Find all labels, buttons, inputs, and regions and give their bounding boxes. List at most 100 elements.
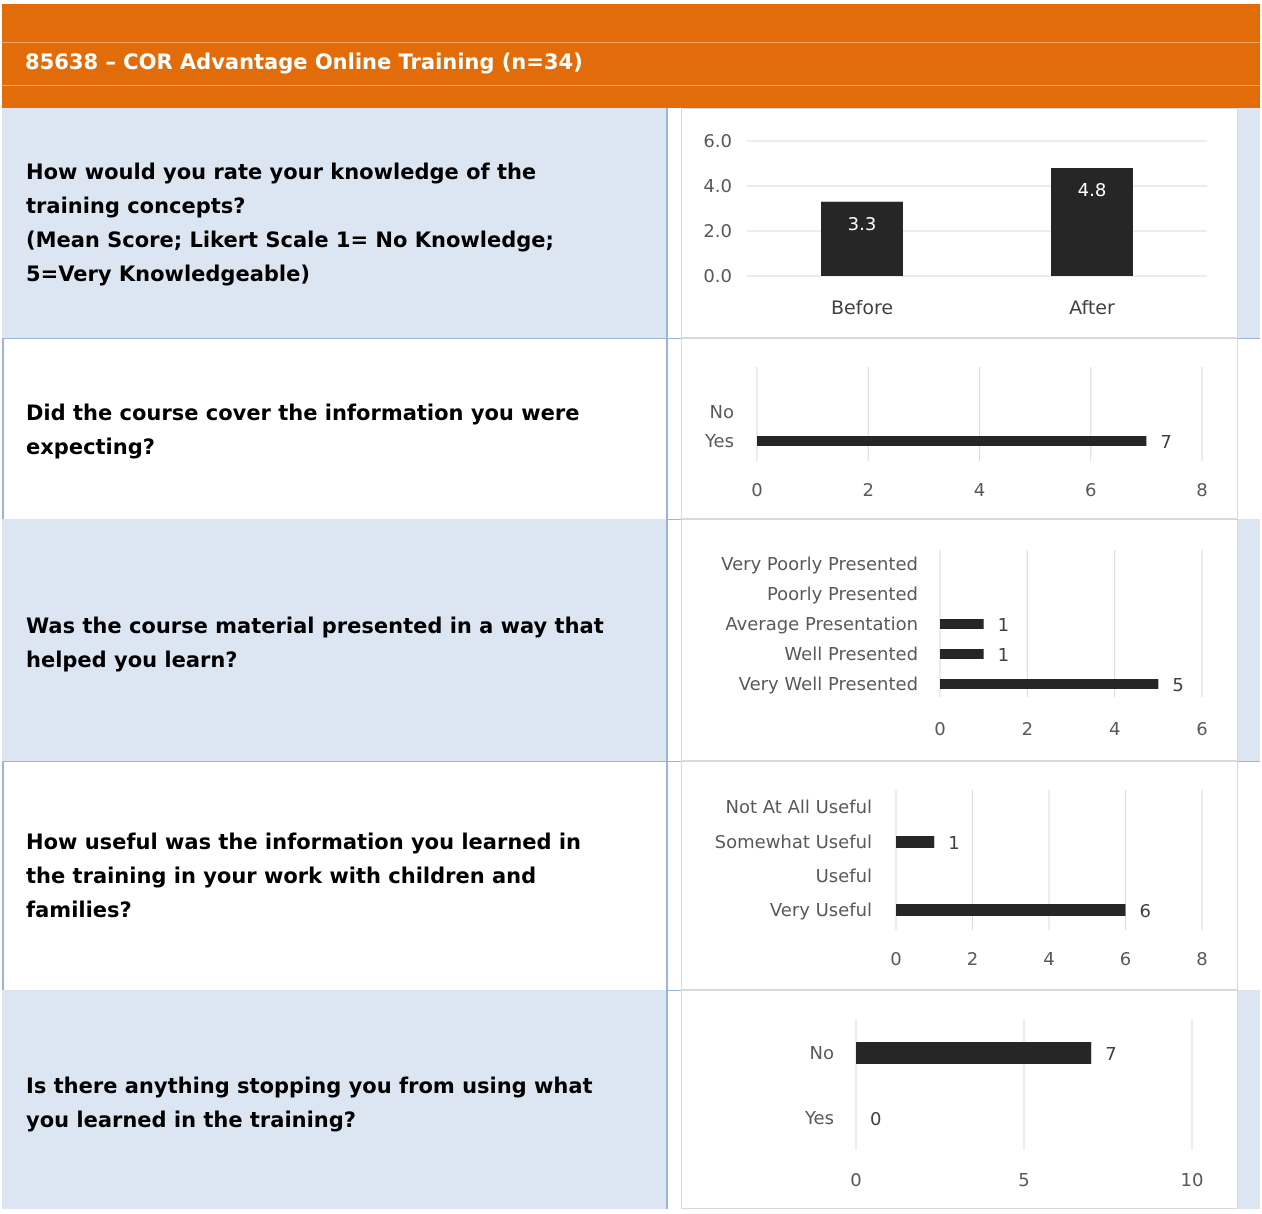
x-tick-label: 4 [974,480,985,501]
data-label: 7 [1160,432,1171,453]
data-label: 0 [870,1109,881,1130]
x-tick-label: 4 [1109,719,1120,740]
question-line: expecting? [26,435,155,459]
x-tick-label: 8 [1196,949,1207,970]
bar [940,649,984,659]
x-tick-label: 0 [751,480,762,501]
data-label: 7 [1105,1044,1116,1065]
question-line: you learned in the training? [26,1108,356,1132]
question-row-usefulness: How useful was the information you learn… [2,761,1260,991]
chart-cell: 0 2 4 6 8 Not At All Useful Somewhat Useful 1 Us… [681,761,1238,990]
question-text: Did the course cover the information you… [26,396,636,464]
row-right-strip [1238,761,1260,990]
question-line: Is there anything stopping you from usin… [26,1074,593,1098]
category-label: Yes [804,1108,834,1129]
category-label: No [710,402,734,423]
question-line: (Mean Score; Likert Scale 1= No Knowledg… [26,228,554,252]
chart-cell: 0 2 4 6 8 No Yes 7 [681,338,1238,519]
question-line: Was the course material presented in a w… [26,614,604,638]
chart-cell: 0 5 10 No 7 Yes 0 [681,990,1238,1209]
data-label: 4.8 [1078,180,1107,201]
category-label: Average Presentation [725,614,918,635]
question-text: How useful was the information you learn… [26,825,636,927]
bar [940,679,1159,689]
chart-cell: 0.0 2.0 4.0 6.0 3.3 Before 4.8 After [681,108,1238,338]
category-label: Not At All Useful [726,797,872,818]
x-tick-label: 2 [1022,719,1033,740]
bar [940,619,984,629]
data-label: 1 [948,833,959,854]
question-row-presentation: Was the course material presented in a w… [2,519,1260,762]
question-line: training concepts? [26,194,246,218]
report-header: 85638 – COR Advantage Online Training (n… [2,4,1260,108]
question-cell: How useful was the information you learn… [2,761,668,990]
x-tick-label: Before [831,297,893,319]
question-line: the training in your work with children … [26,864,537,888]
expectations-chart: 0 2 4 6 8 No Yes 7 [704,367,1208,501]
x-tick-label: 6 [1120,949,1131,970]
data-label: 1 [998,615,1009,636]
question-cell: Was the course material presented in a w… [2,519,668,761]
bar [896,836,935,848]
question-line: Did the course cover the information you… [26,401,580,425]
header-title-band: 85638 – COR Advantage Online Training (n… [2,42,1260,86]
row-right-strip [1238,519,1260,761]
question-cell: Did the course cover the information you… [2,338,668,519]
category-label: Well Presented [784,644,918,665]
question-text: How would you rate your knowledge of the… [26,155,636,291]
x-tick-label: 8 [1196,480,1207,501]
question-line: How useful was the information you learn… [26,830,582,854]
bar [856,1042,1092,1064]
x-tick-label: 10 [1181,1170,1204,1191]
category-label: Poorly Presented [767,584,918,605]
question-text: Is there anything stopping you from usin… [26,1069,636,1137]
question-row-knowledge: How would you rate your knowledge of the… [2,108,1260,339]
x-tick-label: 6 [1196,719,1207,740]
knowledge-chart: 0.0 2.0 4.0 6.0 3.3 Before 4.8 After [703,131,1207,319]
question-cell: Is there anything stopping you from usin… [2,990,668,1209]
x-tick-label: 0 [850,1170,861,1191]
category-label: Very Poorly Presented [721,554,918,575]
category-label: Yes [704,431,734,452]
question-line: families? [26,898,132,922]
row-right-strip [1238,990,1260,1209]
category-label: Very Useful [770,900,872,921]
row-right-strip [1238,108,1260,338]
y-tick-label: 4.0 [703,176,732,197]
question-line: helped you learn? [26,648,238,672]
data-label: 5 [1172,675,1183,696]
y-tick-label: 2.0 [703,221,732,242]
x-tick-label: 5 [1018,1170,1029,1191]
bar [757,436,1147,446]
bar [896,904,1126,916]
data-label: 3.3 [848,214,877,235]
question-text: Was the course material presented in a w… [26,609,636,677]
presentation-chart: 0 2 4 6 Very Poorly Presented Poorly Presente… [721,550,1208,740]
category-label: Somewhat Useful [715,832,872,853]
question-line: How would you rate your knowledge of the [26,160,537,184]
x-tick-label: 2 [863,480,874,501]
question-line: 5=Very Knowledgeable) [26,262,310,286]
report-title: 85638 – COR Advantage Online Training (n… [25,50,583,74]
header-top-band [2,4,1260,43]
question-row-expectations: Did the course cover the information you… [2,338,1260,520]
x-tick-label: 6 [1085,480,1096,501]
data-label: 6 [1140,901,1151,922]
x-tick-label: 0 [934,719,945,740]
x-tick-label: 2 [967,949,978,970]
y-tick-label: 6.0 [703,131,732,152]
data-label: 1 [998,645,1009,666]
x-tick-label: 0 [890,949,901,970]
row-right-strip [1238,338,1260,519]
barriers-chart: 0 5 10 No 7 Yes 0 [804,1019,1204,1191]
y-tick-label: 0.0 [703,266,732,287]
category-label: Useful [816,866,872,887]
chart-cell: 0 2 4 6 Very Poorly Presented Poorly Presente… [681,519,1238,761]
question-row-barriers: Is there anything stopping you from usin… [2,990,1260,1209]
category-label: Very Well Presented [739,674,918,695]
category-label: No [810,1043,834,1064]
x-tick-label: 4 [1043,949,1054,970]
question-cell: How would you rate your knowledge of the… [2,108,668,338]
x-tick-label: After [1069,297,1115,319]
usefulness-chart: 0 2 4 6 8 Not At All Useful Somewhat Useful 1 Us… [715,790,1208,970]
